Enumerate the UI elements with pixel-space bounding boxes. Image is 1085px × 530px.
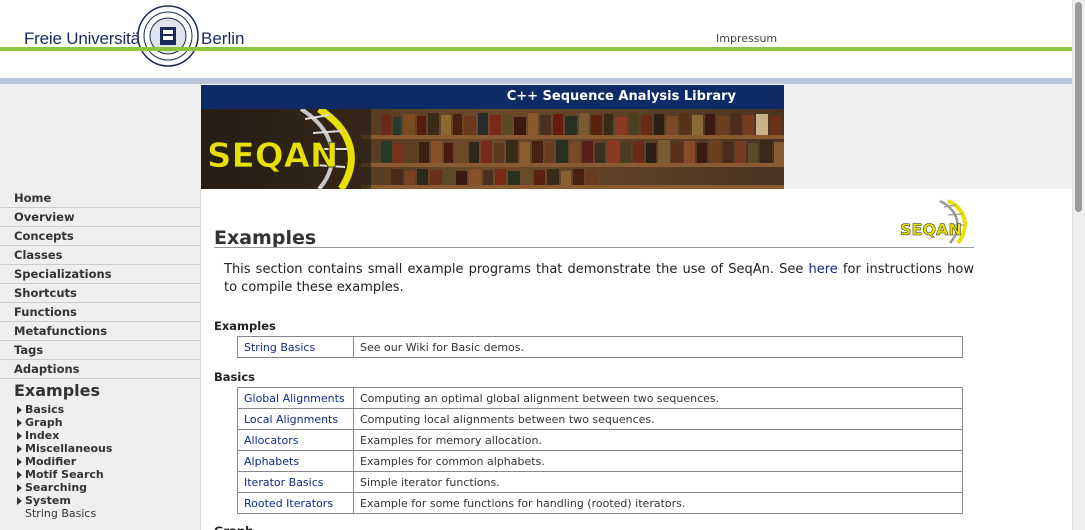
example-link-iterator-basics[interactable]: Iterator Basics — [237, 471, 354, 493]
library-shelves-image: SEQAN — [201, 109, 784, 189]
sidebar-item-classes[interactable]: Classes — [0, 246, 200, 265]
example-link-string-basics[interactable]: String Basics — [237, 336, 354, 358]
sidebar-subitem-searching[interactable]: Searching — [0, 481, 200, 494]
sidebar-item-overview[interactable]: Overview — [0, 208, 200, 227]
table-row: Local Alignments Computing local alignme… — [237, 408, 963, 430]
triangle-right-icon — [17, 497, 22, 505]
sidebar-subitem-label: Motif Search — [25, 468, 104, 481]
basics-table: Global Alignments Computing an optimal g… — [237, 387, 963, 514]
scrollbar-thumb[interactable] — [1075, 2, 1082, 212]
site-header: Freie Universität Berlin Impressum — [0, 0, 1072, 84]
sidebar-subitem-index[interactable]: Index — [0, 429, 200, 442]
intro-text-before: This section contains small example prog… — [224, 262, 809, 277]
sidebar-subitem-modifier[interactable]: Modifier — [0, 455, 200, 468]
table-row: Alphabets Examples for common alphabets. — [237, 450, 963, 472]
sidebar-item-functions[interactable]: Functions — [0, 303, 200, 322]
seqan-banner: C++ Sequence Analysis Library SEQAN — [201, 85, 784, 189]
sidebar-current-section[interactable]: Examples — [0, 379, 200, 403]
triangle-right-icon — [17, 471, 22, 479]
example-link-rooted-iterators[interactable]: Rooted Iterators — [237, 492, 354, 514]
table-row: Rooted Iterators Example for some functi… — [237, 492, 963, 514]
sidebar-subitem-label: Index — [25, 429, 60, 442]
sidebar-subitem-label: Miscellaneous — [25, 442, 113, 455]
example-description: Simple iterator functions. — [353, 471, 963, 493]
svg-text:SEQAN: SEQAN — [207, 136, 338, 176]
university-seal-icon — [137, 5, 199, 67]
example-link-alphabets[interactable]: Alphabets — [237, 450, 354, 472]
sidebar-item-adaptions[interactable]: Adaptions — [0, 360, 200, 379]
title-divider — [214, 247, 974, 248]
triangle-right-icon — [17, 406, 22, 414]
example-description: Examples for memory allocation. — [353, 429, 963, 451]
example-description: Computing local alignments between two s… — [353, 408, 963, 430]
sidebar-item-metafunctions[interactable]: Metafunctions — [0, 322, 200, 341]
compile-instructions-link[interactable]: here — [809, 262, 838, 277]
svg-text:SEQAN: SEQAN — [900, 220, 962, 239]
sidebar-subitem-system[interactable]: System — [0, 494, 200, 507]
example-link-local-alignments[interactable]: Local Alignments — [237, 408, 354, 430]
university-name-left: Freie Universität — [24, 29, 145, 48]
sidebar-subitem-motif-search[interactable]: Motif Search — [0, 468, 200, 481]
examples-table: String Basics See our Wiki for Basic dem… — [237, 336, 963, 358]
sidebar-item-specializations[interactable]: Specializations — [0, 265, 200, 284]
intro-paragraph: This section contains small example prog… — [224, 261, 974, 297]
example-link-global-alignments[interactable]: Global Alignments — [237, 387, 354, 409]
sidebar-subitem-label: System — [25, 494, 71, 507]
university-name-right: Berlin — [201, 29, 245, 48]
main-content: SEQAN Examples This section contains sma… — [202, 189, 1072, 530]
header-divider-green — [0, 47, 1072, 51]
seqan-small-logo-icon: SEQAN — [900, 199, 967, 245]
sidebar-item-concepts[interactable]: Concepts — [0, 227, 200, 246]
section-heading-graph: Graph — [214, 524, 253, 530]
table-row: Allocators Examples for memory allocatio… — [237, 429, 963, 451]
triangle-right-icon — [17, 445, 22, 453]
impressum-link[interactable]: Impressum — [716, 32, 777, 45]
triangle-right-icon — [17, 432, 22, 440]
table-row: Iterator Basics Simple iterator function… — [237, 471, 963, 493]
sidebar-subitem-miscellaneous[interactable]: Miscellaneous — [0, 442, 200, 455]
triangle-right-icon — [17, 458, 22, 466]
sidebar-subitem-label: Searching — [25, 481, 88, 494]
sidebar-item-tags[interactable]: Tags — [0, 341, 200, 360]
sidebar-subitem-graph[interactable]: Graph — [0, 416, 200, 429]
example-description: Computing an optimal global alignment be… — [353, 387, 963, 409]
sidebar-subitem-label: Graph — [25, 416, 63, 429]
page-title: Examples — [214, 227, 317, 249]
sidebar-subitem-basics[interactable]: Basics — [0, 403, 200, 416]
triangle-right-icon — [17, 484, 22, 492]
sidebar-item-shortcuts[interactable]: Shortcuts — [0, 284, 200, 303]
sidebar-leaf-string-basics[interactable]: String Basics — [0, 507, 200, 520]
banner-title: C++ Sequence Analysis Library — [201, 85, 784, 109]
sidebar-subitem-label: Basics — [25, 403, 65, 416]
sidebar-item-home[interactable]: Home — [0, 189, 200, 208]
table-row: String Basics See our Wiki for Basic dem… — [237, 336, 963, 358]
sidebar-subitem-label: Modifier — [25, 455, 77, 468]
table-row: Global Alignments Computing an optimal g… — [237, 387, 963, 409]
triangle-right-icon — [17, 419, 22, 427]
section-heading-basics: Basics — [214, 370, 255, 384]
example-description: See our Wiki for Basic demos. — [353, 336, 963, 358]
vertical-scrollbar[interactable] — [1072, 0, 1085, 530]
sidebar-nav: Home Overview Concepts Classes Specializ… — [0, 189, 201, 530]
section-heading-examples: Examples — [214, 319, 276, 333]
example-link-allocators[interactable]: Allocators — [237, 429, 354, 451]
example-description: Examples for common alphabets. — [353, 450, 963, 472]
example-description: Example for some functions for handling … — [353, 492, 963, 514]
